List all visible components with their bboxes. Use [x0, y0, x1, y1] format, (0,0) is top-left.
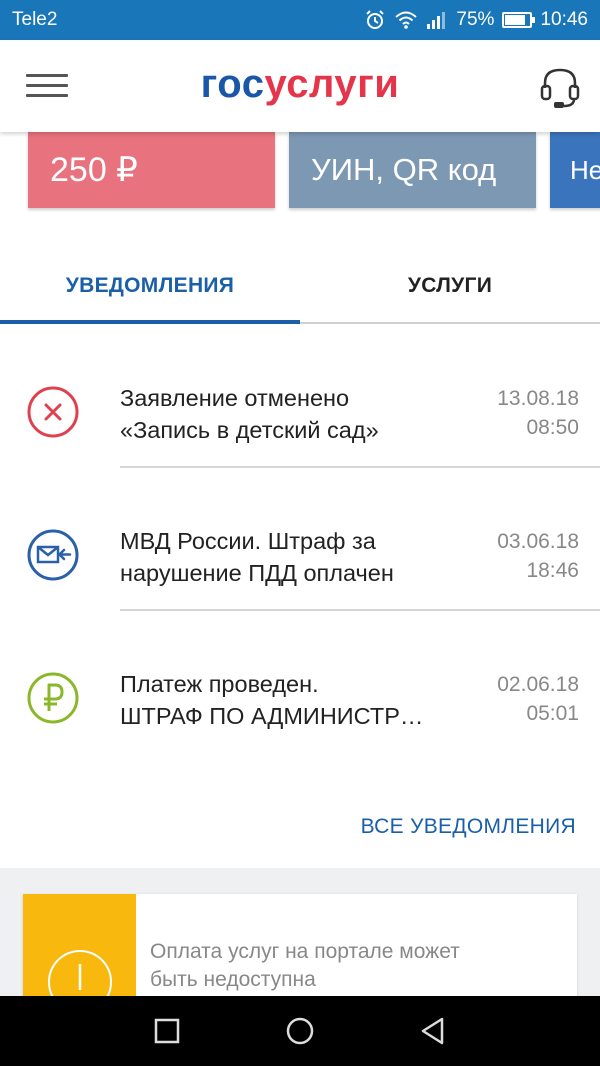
notification-text: Платеж проведен. ШТРАФ ПО АДМИНИСТР… [120, 668, 460, 732]
fines-amount-card[interactable]: 250 ₽ [28, 132, 275, 208]
carrier-name: Tele2 [12, 9, 58, 30]
battery-percent: 75% [456, 9, 495, 30]
banner-text: Оплата услуг на портале может быть недос… [150, 938, 560, 994]
notification-subtitle: «Запись в детский сад» [120, 417, 379, 443]
recent-apps-icon[interactable] [150, 1014, 184, 1048]
list-item[interactable]: МВД России. Штраф за нарушение ПДД оплач… [0, 468, 600, 611]
notification-title: Платеж проведен. [120, 671, 319, 697]
notification-time: 05:01 [526, 702, 579, 725]
home-icon[interactable] [283, 1014, 317, 1048]
warning-banner[interactable]: Оплата услуг на портале может быть недос… [23, 894, 577, 996]
banner-line-2: быть недоступна [150, 968, 316, 991]
gosuslugi-logo: госуслуги [0, 62, 600, 107]
ruble-icon [27, 672, 79, 724]
notification-title: МВД России. Штраф за [120, 528, 376, 554]
notification-time: 08:50 [526, 416, 579, 439]
system-nav-bar [0, 996, 600, 1066]
notification-time: 18:46 [526, 559, 579, 582]
partial-card[interactable]: Не [550, 132, 600, 208]
notification-text: МВД России. Штраф за нарушение ПДД оплач… [120, 525, 460, 589]
mail-incoming-icon [27, 529, 79, 581]
notification-date: 13.08.18 [497, 387, 579, 410]
wifi-icon [395, 11, 418, 29]
warning-icon [48, 950, 112, 996]
notification-timestamp: 13.08.18 08:50 [497, 384, 579, 442]
all-notifications-link[interactable]: ВСЕ УВЕДОМЛЕНИЯ [361, 815, 576, 839]
quick-cards: 250 ₽ УИН, QR код Не [0, 132, 600, 214]
list-item[interactable]: Платеж проведен. ШТРАФ ПО АДМИНИСТР… 02.… [0, 611, 600, 754]
signal-icon [427, 12, 446, 29]
notification-subtitle: нарушение ПДД оплачен [120, 560, 394, 586]
cancel-icon [27, 386, 79, 438]
alarm-icon [366, 10, 385, 29]
notification-date: 03.06.18 [497, 530, 579, 553]
status-icons: 75% 10:46 [364, 9, 588, 31]
notification-title: Заявление отменено [120, 385, 350, 411]
app-header: госуслуги [0, 40, 600, 132]
notification-list: Заявление отменено «Запись в детский сад… [0, 325, 600, 754]
info-area: Оплата услуг на портале может быть недос… [0, 868, 600, 996]
uin-qr-card[interactable]: УИН, QR код [289, 132, 536, 208]
clock: 10:46 [540, 9, 588, 30]
tab-notifications[interactable]: УВЕДОМЛЕНИЯ [0, 250, 300, 324]
battery-icon [502, 12, 536, 28]
notification-date: 02.06.18 [497, 673, 579, 696]
notification-subtitle: ШТРАФ ПО АДМИНИСТР… [120, 703, 424, 729]
logo-part-gos: гос [200, 62, 265, 106]
back-icon[interactable] [416, 1014, 450, 1048]
notification-timestamp: 02.06.18 05:01 [497, 670, 579, 728]
tab-services[interactable]: УСЛУГИ [300, 250, 600, 322]
status-bar: Tele2 75% 10:46 [0, 0, 600, 40]
banner-line-1: Оплата услуг на портале может [150, 940, 460, 963]
battery-fill [505, 15, 525, 25]
logo-part-uslugi: услуги [264, 62, 400, 106]
list-item[interactable]: Заявление отменено «Запись в детский сад… [0, 325, 600, 468]
notification-timestamp: 03.06.18 18:46 [497, 527, 579, 585]
notification-text: Заявление отменено «Запись в детский сад… [120, 382, 460, 446]
headset-icon[interactable] [537, 64, 583, 110]
tab-bar: УВЕДОМЛЕНИЯ УСЛУГИ [0, 250, 600, 324]
